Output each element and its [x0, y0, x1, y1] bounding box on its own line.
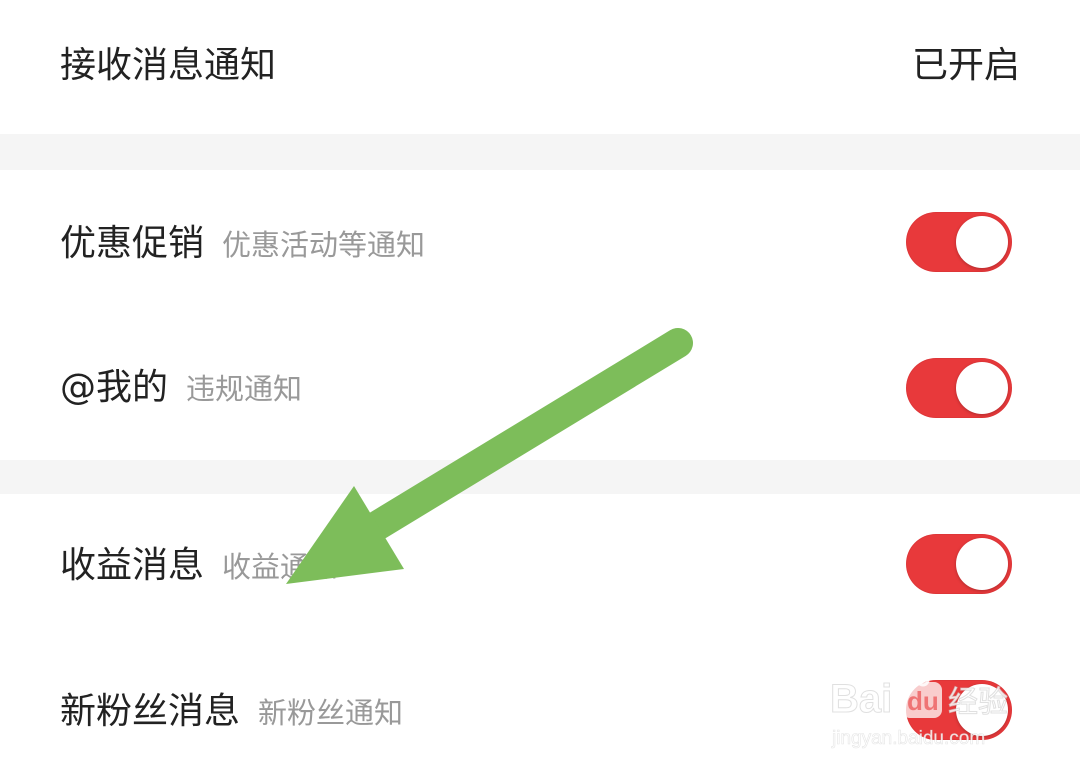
- setting-subtitle: 违规通知: [186, 372, 303, 406]
- receive-notifications-label: 接收消息通知: [60, 45, 277, 86]
- new-followers-toggle[interactable]: [906, 680, 1012, 740]
- setting-row-mentions: @我的 违规通知: [0, 314, 1080, 460]
- section-divider: [0, 134, 1080, 170]
- setting-title-text: @我的: [60, 367, 169, 408]
- toggle-knob: [956, 538, 1008, 590]
- setting-title: 收益消息 收益通知: [60, 548, 338, 584]
- mentions-toggle[interactable]: [906, 358, 1012, 418]
- setting-row-promotions: 优惠促销 优惠活动等通知: [0, 170, 1080, 314]
- setting-title: 优惠促销 优惠活动等通知: [60, 226, 425, 262]
- setting-row-new-followers: 新粉丝消息 新粉丝通知: [0, 638, 1080, 772]
- earnings-toggle[interactable]: [906, 534, 1012, 594]
- toggle-knob: [956, 684, 1008, 736]
- toggle-knob: [956, 362, 1008, 414]
- setting-subtitle: 收益通知: [222, 550, 339, 584]
- setting-title: @我的 违规通知: [60, 370, 302, 406]
- receive-notifications-status: 已开启: [911, 45, 1020, 86]
- setting-title: 新粉丝消息 新粉丝通知: [60, 694, 403, 730]
- setting-title-text: 收益消息: [60, 545, 205, 586]
- setting-row-earnings: 收益消息 收益通知: [0, 494, 1080, 638]
- toggle-knob: [956, 216, 1008, 268]
- setting-subtitle: 优惠活动等通知: [222, 228, 426, 262]
- setting-title-text: 优惠促销: [60, 223, 205, 264]
- setting-title-text: 新粉丝消息: [60, 691, 241, 732]
- section-divider: [0, 460, 1080, 494]
- receive-notifications-row[interactable]: 接收消息通知 已开启: [0, 0, 1080, 134]
- setting-subtitle: 新粉丝通知: [258, 696, 404, 730]
- promotions-toggle[interactable]: [906, 212, 1012, 272]
